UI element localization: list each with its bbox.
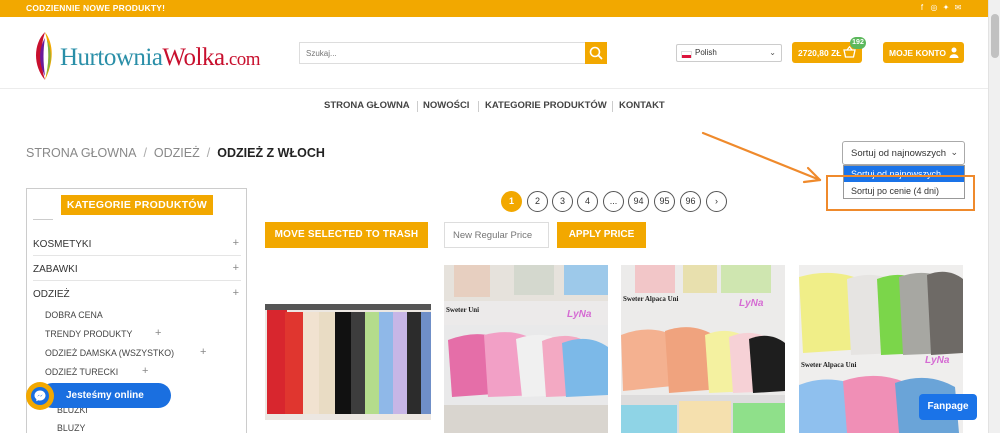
product-image[interactable] bbox=[265, 304, 431, 420]
breadcrumb-home[interactable]: STRONA GŁOWNA bbox=[26, 146, 136, 160]
header-divider bbox=[0, 88, 988, 89]
page-button-3[interactable]: 3 bbox=[552, 191, 573, 212]
page-button-96[interactable]: 96 bbox=[680, 191, 701, 212]
cart-total: 2720,80 ZŁ bbox=[798, 48, 842, 58]
subcategory-sweatshirts[interactable]: BLUZY bbox=[57, 423, 85, 433]
nav-separator bbox=[417, 101, 418, 112]
scrollbar-thumb[interactable] bbox=[991, 14, 999, 58]
instagram-icon[interactable]: ◎ bbox=[930, 3, 938, 12]
expand-icon[interactable]: + bbox=[233, 237, 239, 249]
chevron-down-icon: ⌄ bbox=[950, 147, 958, 157]
nav-separator bbox=[478, 101, 479, 112]
expand-icon[interactable]: + bbox=[155, 327, 161, 339]
page-button-95[interactable]: 95 bbox=[654, 191, 675, 212]
product-caption: Sweter Alpaca Uni bbox=[623, 295, 679, 303]
nav-item-contact[interactable]: KONTAKT bbox=[619, 100, 665, 111]
logo-text-com: .com bbox=[224, 49, 261, 70]
page-button-2[interactable]: 2 bbox=[527, 191, 548, 212]
move-to-trash-button[interactable]: MOVE SELECTED TO TRASH bbox=[265, 222, 428, 248]
sidebar-divider bbox=[33, 219, 53, 220]
annotation-highlight-box bbox=[826, 175, 975, 211]
cart-count-badge: 192 bbox=[850, 37, 866, 49]
product-brand: LyNa bbox=[739, 298, 764, 309]
sort-selected-label: Sortuj od najnowszych bbox=[851, 148, 947, 159]
sort-select[interactable]: Sortuj od najnowszych ⌄ bbox=[842, 141, 965, 165]
search-box bbox=[299, 42, 607, 64]
expand-icon[interactable]: + bbox=[142, 365, 148, 377]
social-links: f ◎ ✦ ✉ bbox=[918, 3, 962, 12]
page-ellipsis: ... bbox=[603, 191, 624, 212]
user-icon bbox=[949, 47, 959, 58]
expand-icon[interactable]: + bbox=[233, 287, 239, 299]
page-button-1[interactable]: 1 bbox=[501, 191, 522, 212]
apply-price-button[interactable]: APPLY PRICE bbox=[557, 222, 646, 248]
top-announcement-bar: CODZIENNIE NOWE PRODUKTY! f ◎ ✦ ✉ bbox=[0, 0, 1000, 17]
breadcrumb: STRONA GŁOWNA / ODZIEŻ / ODZIEŻ Z WŁOCH bbox=[26, 146, 325, 160]
product-caption: Sweter Uni bbox=[446, 306, 480, 314]
chat-widget[interactable]: Jesteśmy online bbox=[26, 382, 171, 410]
product-photo bbox=[265, 304, 431, 420]
fanpage-button[interactable]: Fanpage bbox=[919, 394, 977, 420]
language-label: Polish bbox=[695, 48, 717, 57]
product-caption: Sweter Alpaca Uni bbox=[801, 361, 857, 369]
nav-item-home[interactable]: STRONA GŁOWNA bbox=[324, 100, 410, 111]
my-account-label: MOJE KONTO bbox=[889, 48, 946, 58]
page-button-4[interactable]: 4 bbox=[577, 191, 598, 212]
category-item-toys[interactable]: ZABAWKI + bbox=[33, 257, 241, 281]
subcategory-womens-all[interactable]: ODZIEŻ DAMSKA (WSZYSTKO) bbox=[45, 348, 174, 358]
category-item-clothing[interactable]: ODZIEŻ + bbox=[33, 282, 241, 306]
logo-leaf-icon bbox=[36, 32, 52, 80]
facebook-icon[interactable]: f bbox=[918, 3, 926, 12]
email-icon[interactable]: ✉ bbox=[954, 3, 962, 12]
product-brand: LyNa bbox=[925, 355, 950, 366]
subcategory-turkish[interactable]: ODZIEŻ TURECKI bbox=[45, 367, 118, 377]
twitter-icon[interactable]: ✦ bbox=[942, 3, 950, 12]
expand-icon[interactable]: + bbox=[233, 262, 239, 274]
chat-launcher[interactable] bbox=[26, 382, 54, 410]
breadcrumb-current: ODZIEŻ Z WŁOCH bbox=[217, 146, 325, 160]
messenger-icon bbox=[31, 387, 49, 405]
chat-pill[interactable]: Jesteśmy online bbox=[40, 383, 171, 408]
subcategory-trendy[interactable]: TRENDY PRODUKTY bbox=[45, 329, 132, 339]
nav-separator bbox=[612, 101, 613, 112]
page-button-94[interactable]: 94 bbox=[628, 191, 649, 212]
product-image[interactable]: Sweter Uni LyNa bbox=[444, 265, 608, 433]
search-icon bbox=[589, 46, 603, 60]
expand-icon[interactable]: + bbox=[200, 346, 206, 358]
search-button[interactable] bbox=[585, 42, 607, 64]
nav-item-categories[interactable]: KATEGORIE PRODUKTÓW bbox=[485, 100, 607, 111]
chat-label: Jesteśmy online bbox=[66, 390, 144, 401]
category-item-cosmetics[interactable]: KOSMETYKI + bbox=[33, 232, 241, 256]
new-price-input[interactable] bbox=[444, 222, 549, 248]
product-photo bbox=[621, 265, 785, 433]
category-label: KOSMETYKI bbox=[33, 239, 92, 250]
page-scrollbar[interactable] bbox=[988, 0, 1000, 433]
announcement-text: CODZIENNIE NOWE PRODUKTY! bbox=[26, 3, 166, 13]
main-navigation: STRONA GŁOWNA NOWOŚCI KATEGORIE PRODUKTÓ… bbox=[0, 100, 988, 114]
breadcrumb-separator: / bbox=[143, 146, 147, 160]
my-account-button[interactable]: MOJE KONTO bbox=[883, 42, 964, 63]
logo-text-wolka: Wolka bbox=[162, 44, 225, 71]
sidebar-title: KATEGORIE PRODUKTÓW bbox=[61, 195, 213, 215]
poland-flag-icon bbox=[681, 51, 692, 58]
product-brand: LyNa bbox=[567, 309, 592, 320]
cart-button[interactable]: 2720,80 ZŁ 192 bbox=[792, 37, 866, 63]
product-photo bbox=[444, 265, 608, 433]
logo-text-hurtownia: Hurtownia bbox=[60, 44, 163, 71]
category-label: ZABAWKI bbox=[33, 264, 78, 275]
next-page-button[interactable]: › bbox=[706, 191, 727, 212]
breadcrumb-clothing[interactable]: ODZIEŻ bbox=[154, 146, 200, 160]
language-select[interactable]: Polish ⌄ bbox=[676, 44, 782, 62]
category-label: ODZIEŻ bbox=[33, 289, 70, 300]
nav-item-new[interactable]: NOWOŚCI bbox=[423, 100, 469, 111]
search-input[interactable] bbox=[300, 43, 586, 63]
chevron-down-icon: ⌄ bbox=[769, 48, 776, 57]
breadcrumb-separator: / bbox=[206, 146, 211, 160]
product-image[interactable]: Sweter Alpaca Uni LyNa bbox=[621, 265, 785, 433]
site-logo[interactable]: HurtowniaWolka.com bbox=[30, 30, 280, 82]
subcategory-good-price[interactable]: DOBRA CENA bbox=[45, 310, 103, 320]
